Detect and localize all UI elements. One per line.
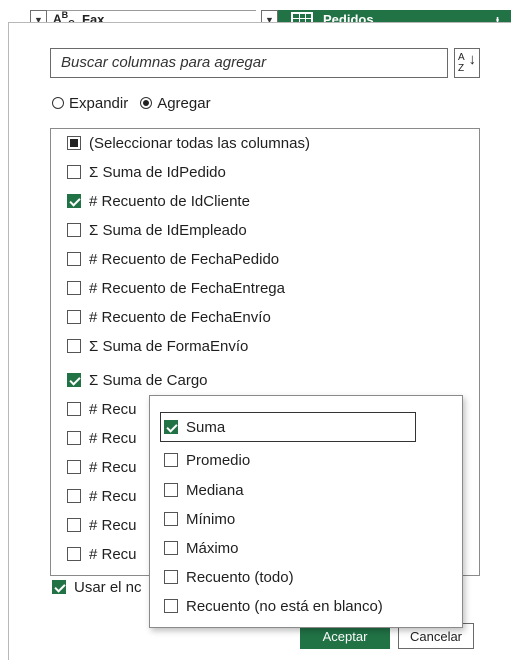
list-item-label: # Recuento de IdCliente: [89, 192, 250, 210]
menu-checkbox[interactable]: [164, 483, 178, 497]
list-item-label: Σ Suma de IdEmpleado: [89, 221, 247, 239]
list-item[interactable]: # Recu: [67, 397, 137, 421]
list-item-label: # Recuento de FechaPedido: [89, 250, 280, 268]
menu-item-label: Recuento (todo): [186, 568, 294, 586]
menu-item-label: Promedio: [186, 451, 251, 469]
checkbox[interactable]: [67, 223, 81, 237]
list-item[interactable]: # Recu: [67, 513, 137, 537]
sort-az-icon: AZ: [458, 52, 465, 74]
list-item-label: # Recu: [89, 516, 137, 534]
radio-agregar[interactable]: Agregar: [140, 94, 211, 112]
menu-item-label: Mediana: [186, 481, 244, 499]
checkbox[interactable]: [67, 402, 81, 416]
menu-checkbox[interactable]: [164, 541, 178, 555]
list-item-label: # Recu: [89, 545, 137, 563]
checkbox[interactable]: [67, 194, 81, 208]
sort-button[interactable]: A Z ↓: [454, 48, 480, 78]
list-item[interactable]: # Recu: [67, 542, 137, 566]
use-original-name-option[interactable]: Usar el nc: [52, 575, 142, 599]
menu-checkbox[interactable]: [164, 420, 178, 434]
radio-agregar-label: Agregar: [157, 94, 211, 112]
list-item[interactable]: (Seleccionar todas las columnas): [67, 131, 310, 155]
list-item[interactable]: Σ Suma de IdEmpleado: [67, 218, 247, 242]
checkbox[interactable]: [67, 460, 81, 474]
menu-checkbox[interactable]: [164, 599, 178, 613]
list-item-label: # Recu: [89, 458, 137, 476]
mode-radio-group: Expandir Agregar: [52, 92, 223, 114]
checkbox[interactable]: [67, 165, 81, 179]
list-item[interactable]: # Recu: [67, 426, 137, 450]
list-item-label: # Recu: [89, 487, 137, 505]
menu-item-minimo[interactable]: Mínimo: [164, 507, 235, 531]
list-item[interactable]: # Recuento de FechaEnvío: [67, 305, 271, 329]
menu-item-suma[interactable]: Suma: [164, 415, 225, 439]
list-item-label: Σ Suma de Cargo: [89, 371, 208, 389]
list-item-label: # Recuento de FechaEnvío: [89, 308, 271, 326]
search-columns-input[interactable]: Buscar columnas para agregar: [50, 48, 448, 78]
list-item-label: # Recuento de FechaEntrega: [89, 279, 285, 297]
list-item[interactable]: # Recuento de FechaEntrega: [67, 276, 285, 300]
select-all-checkbox[interactable]: [67, 136, 81, 150]
menu-checkbox[interactable]: [164, 453, 178, 467]
checkbox[interactable]: [67, 339, 81, 353]
checkbox[interactable]: [67, 489, 81, 503]
list-item-label: # Recu: [89, 400, 137, 418]
menu-item-label: Recuento (no está en blanco): [186, 597, 383, 615]
menu-item-promedio[interactable]: Promedio: [164, 448, 250, 472]
checkbox[interactable]: [67, 431, 81, 445]
list-item[interactable]: # Recu: [67, 455, 137, 479]
checkbox[interactable]: [67, 518, 81, 532]
list-item[interactable]: Σ Suma de Cargo: [67, 368, 208, 392]
menu-item-label: Suma: [186, 418, 226, 436]
list-item[interactable]: # Recu: [67, 484, 137, 508]
checkbox[interactable]: [67, 310, 81, 324]
menu-item-recuento-todo[interactable]: Recuento (todo): [164, 565, 294, 589]
checkbox[interactable]: [67, 281, 81, 295]
list-item-label: (Seleccionar todas las columnas): [89, 134, 310, 152]
list-item-label: Σ Suma de IdPedido: [89, 163, 226, 181]
list-item-label: Σ Suma de FormaEnvío: [89, 337, 249, 355]
radio-expandir-label: Expandir: [69, 94, 129, 112]
menu-item-label: Mínimo: [186, 510, 236, 528]
checkbox[interactable]: [67, 547, 81, 561]
search-placeholder: Buscar columnas para agregar: [61, 54, 267, 71]
checkbox[interactable]: [67, 252, 81, 266]
menu-item-mediana[interactable]: Mediana: [164, 478, 244, 502]
list-item[interactable]: Σ Suma de FormaEnvío: [67, 334, 248, 358]
list-item[interactable]: # Recuento de FechaPedido: [67, 247, 279, 271]
list-item[interactable]: # Recuento de IdCliente: [67, 189, 250, 213]
menu-checkbox[interactable]: [164, 570, 178, 584]
aggregation-menu: Suma Promedio Mediana Mínimo Máximo Recu…: [149, 395, 463, 628]
checkbox[interactable]: [67, 373, 81, 387]
list-item[interactable]: Σ Suma de IdPedido: [67, 160, 226, 184]
menu-checkbox[interactable]: [164, 512, 178, 526]
menu-item-recuento-no-blanco[interactable]: Recuento (no está en blanco): [164, 594, 383, 618]
radio-expandir-indicator[interactable]: [52, 97, 64, 109]
list-item-label: # Recu: [89, 429, 137, 447]
radio-expandir[interactable]: Expandir: [52, 95, 128, 112]
menu-item-maximo[interactable]: Máximo: [164, 536, 239, 560]
menu-item-label: Máximo: [186, 539, 239, 557]
use-original-name-checkbox[interactable]: [52, 580, 66, 594]
use-original-name-label: Usar el nc: [74, 578, 142, 596]
radio-agregar-indicator[interactable]: [140, 97, 153, 109]
